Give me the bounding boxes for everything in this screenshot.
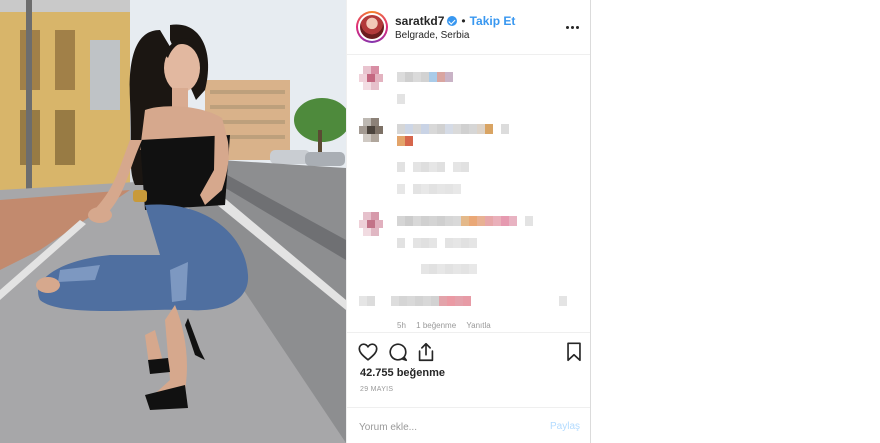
comment-icon[interactable] bbox=[387, 341, 409, 363]
avatar[interactable] bbox=[356, 11, 388, 43]
post-actions: 42.755 beğenme 29 MAYIS Paylaş bbox=[347, 332, 590, 436]
post-date[interactable]: 29 MAYIS bbox=[360, 386, 393, 393]
post-side-panel: saratkd7 • Takip Et Belgrade, Serbia 5h … bbox=[346, 0, 591, 443]
comments-list[interactable]: 5h 1 beğenme Yanıtla bbox=[347, 56, 590, 331]
comment-reply[interactable]: Yanıtla bbox=[466, 321, 490, 330]
username-link[interactable]: saratkd7 bbox=[395, 14, 444, 28]
share-icon-svg bbox=[418, 342, 434, 362]
avatar-frame bbox=[358, 13, 386, 41]
comment-meta-blurred bbox=[397, 238, 477, 248]
avatar-image bbox=[360, 15, 384, 39]
share-icon[interactable] bbox=[415, 341, 437, 363]
more-dot bbox=[566, 25, 569, 29]
post-header: saratkd7 • Takip Et Belgrade, Serbia bbox=[347, 0, 590, 55]
comment-icon-svg bbox=[389, 343, 408, 362]
user-line: saratkd7 • Takip Et bbox=[395, 14, 515, 28]
comment-meta: 5h 1 beğenme Yanıtla bbox=[397, 321, 491, 330]
comment-meta-blurred bbox=[397, 264, 477, 274]
post-photo[interactable] bbox=[0, 0, 346, 443]
comment-meta-blurred bbox=[397, 94, 405, 104]
comment-text-blurred bbox=[397, 136, 413, 146]
comment-input[interactable] bbox=[359, 418, 539, 436]
more-dot bbox=[576, 25, 579, 29]
comment-avatar[interactable] bbox=[359, 66, 385, 96]
comment-likes[interactable]: 1 beğenme bbox=[416, 321, 456, 330]
comment-text-blurred bbox=[397, 216, 533, 226]
comment-avatar[interactable] bbox=[359, 118, 385, 148]
post-comment-button[interactable]: Paylaş bbox=[550, 421, 580, 432]
comment-meta-blurred bbox=[397, 184, 461, 194]
heart-icon[interactable] bbox=[357, 341, 379, 363]
comment-form: Paylaş bbox=[347, 407, 590, 443]
comment-time: 5h bbox=[397, 321, 406, 330]
heart-icon-svg bbox=[358, 343, 378, 361]
bookmark-icon[interactable] bbox=[563, 341, 585, 363]
comment-text-blurred bbox=[397, 124, 509, 134]
location-link[interactable]: Belgrade, Serbia bbox=[395, 30, 470, 41]
comment-meta-blurred bbox=[397, 162, 469, 172]
more-options-icon[interactable] bbox=[566, 20, 580, 34]
follow-button[interactable]: Takip Et bbox=[470, 14, 516, 28]
bookmark-icon-svg bbox=[567, 342, 581, 362]
separator-dot: • bbox=[461, 14, 466, 28]
likes-count[interactable]: 42.755 beğenme bbox=[360, 367, 445, 379]
comment-avatar[interactable] bbox=[359, 212, 385, 242]
comment-text-blurred bbox=[397, 72, 453, 82]
verified-badge-icon bbox=[447, 16, 458, 26]
photo-illustration bbox=[0, 0, 346, 443]
comment-text-blurred bbox=[359, 296, 567, 306]
more-dot bbox=[571, 25, 574, 29]
